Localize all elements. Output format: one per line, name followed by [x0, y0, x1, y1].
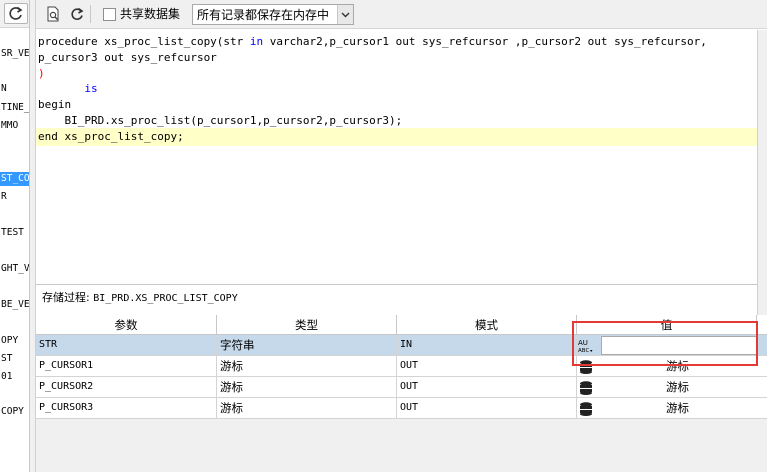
navigator-item[interactable]: TINE_ [0, 101, 29, 115]
code-line: begin [38, 98, 72, 111]
refresh-icon [9, 6, 23, 20]
navigator-refresh-button[interactable] [4, 3, 28, 24]
type-cell: 游标 [217, 398, 397, 418]
navigator-item[interactable]: BE_VE [0, 298, 29, 312]
procedure-label: 存储过程: BI_PRD.XS_PROC_LIST_COPY [42, 291, 238, 306]
records-storage-select[interactable]: 所有记录都保存在内存中 [192, 4, 354, 25]
editor-toolbar: 共享数据集 所有记录都保存在内存中 [36, 0, 767, 29]
navigator-item[interactable]: COPY [0, 405, 29, 419]
records-storage-value: 所有记录都保存在内存中 [197, 8, 330, 22]
header-mode[interactable]: 模式 [397, 315, 577, 335]
toolbar-separator [90, 5, 91, 23]
param-cell: P_CURSOR3 [36, 398, 217, 418]
type-cell: 字符串 [217, 335, 397, 355]
navigator-item[interactable]: MMO [0, 119, 29, 133]
type-cell: 游标 [217, 356, 397, 376]
type-cell: 游标 [217, 377, 397, 397]
navigator-item[interactable]: R [0, 190, 29, 204]
share-dataset-checkbox[interactable] [103, 8, 116, 21]
code-line: procedure xs_proc_list_copy(str in varch… [38, 35, 707, 48]
procedure-label-prefix: 存储过程: [42, 291, 90, 304]
preview-button[interactable] [44, 5, 62, 23]
refresh-button[interactable] [68, 5, 86, 23]
navigator-item[interactable]: GHT_V [0, 262, 29, 276]
database-icon[interactable] [578, 401, 594, 417]
navigator-item[interactable]: SR_VE [0, 47, 29, 61]
refresh-icon [71, 7, 84, 20]
document-search-icon [47, 6, 59, 22]
mode-cell: OUT [397, 356, 577, 376]
chevron-down-icon[interactable] [337, 5, 353, 24]
database-icon[interactable] [578, 380, 594, 396]
sql-editor[interactable]: procedure xs_proc_list_copy(str in varch… [36, 30, 767, 285]
table-row[interactable]: P_CURSOR2 游标 OUT 游标 [36, 377, 767, 398]
navigator-item[interactable]: TEST [0, 226, 29, 240]
param-cell: P_CURSOR2 [36, 377, 217, 397]
code-line: end xs_proc_list_copy; [38, 130, 184, 143]
mode-cell: OUT [397, 377, 577, 397]
navigator-item[interactable]: ST [0, 352, 29, 366]
value-column-highlight [572, 321, 758, 366]
mode-cell: IN [397, 335, 577, 355]
value-cell: 游标 [666, 401, 689, 415]
navigator-item-selected[interactable]: ST_CO [0, 172, 29, 186]
share-dataset-label: 共享数据集 [120, 7, 181, 21]
object-navigator: SR_VE N TINE_ MMO ST_CO R TEST GHT_V BE_… [0, 0, 30, 472]
param-cell: STR [36, 335, 217, 355]
table-row[interactable]: P_CURSOR3 游标 OUT 游标 [36, 398, 767, 419]
navigator-item[interactable]: N [0, 82, 29, 96]
code-line: ) [38, 67, 45, 80]
value-cell: 游标 [666, 380, 689, 394]
code-line: is [84, 82, 98, 95]
code-line: p_cursor3 out sys_refcursor [38, 51, 217, 64]
header-type[interactable]: 类型 [217, 315, 397, 335]
mode-cell: OUT [397, 398, 577, 418]
param-cell: P_CURSOR1 [36, 356, 217, 376]
header-param[interactable]: 参数 [36, 315, 217, 335]
code-line: BI_PRD.xs_proc_list(p_cursor1,p_cursor2,… [38, 114, 403, 127]
navigator-item[interactable]: OPY [0, 334, 29, 348]
navigator-toolbar [0, 0, 29, 28]
procedure-name: BI_PRD.XS_PROC_LIST_COPY [93, 293, 238, 304]
navigator-item[interactable]: 01 [0, 370, 29, 384]
